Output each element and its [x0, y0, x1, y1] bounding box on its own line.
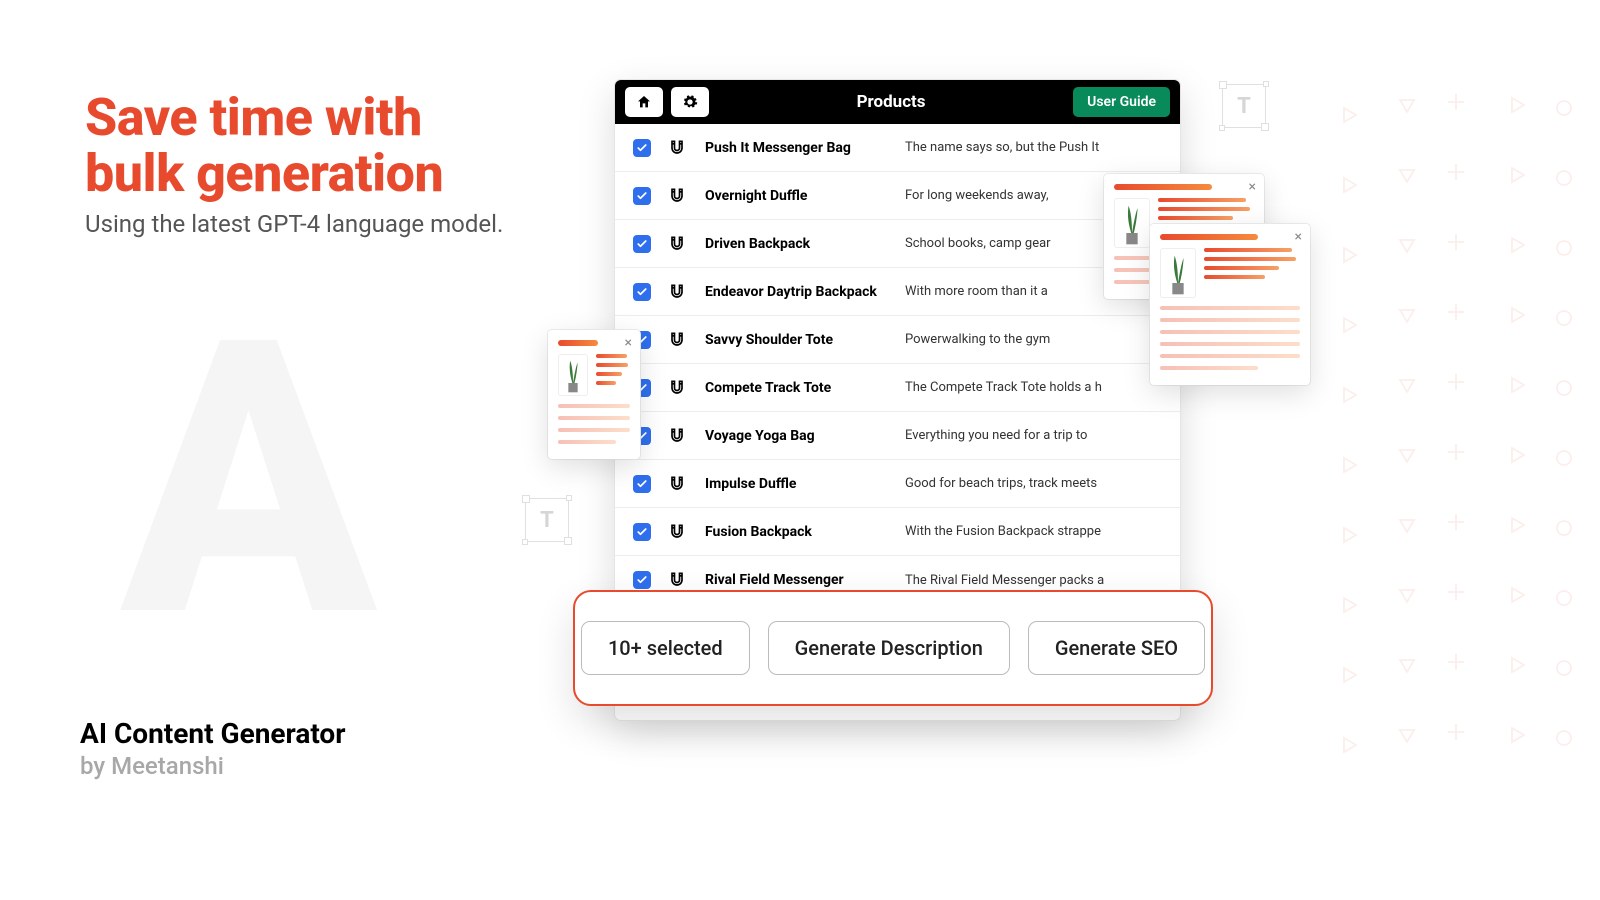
preview-card: ×: [1150, 224, 1310, 385]
brand-author: by Meetanshi: [80, 752, 345, 780]
product-description: School books, camp gear: [905, 236, 1051, 251]
row-checkbox[interactable]: [633, 475, 651, 493]
product-description: The name says so, but the Push It: [905, 140, 1099, 155]
product-description: Powerwalking to the gym: [905, 332, 1050, 347]
window-title: Products: [717, 92, 1065, 112]
preview-card-small: ×: [548, 330, 640, 459]
bulk-action-bar: 10+ selected Generate Description Genera…: [573, 590, 1213, 706]
product-row[interactable]: Overnight DuffleFor long weekends away,: [615, 172, 1180, 220]
product-description: Everything you need for a trip to: [905, 428, 1087, 443]
horseshoe-icon: [667, 522, 687, 542]
close-icon[interactable]: ×: [1249, 180, 1256, 194]
horseshoe-icon: [667, 234, 687, 254]
product-name: Overnight Duffle: [705, 188, 905, 204]
product-name: Fusion Backpack: [705, 524, 905, 540]
product-description: With the Fusion Backpack strappe: [905, 524, 1101, 539]
product-name: Voyage Yoga Bag: [705, 428, 905, 444]
product-row[interactable]: Driven BackpackSchool books, camp gear: [615, 220, 1180, 268]
horseshoe-icon: [667, 138, 687, 158]
background-pattern: [1340, 80, 1600, 820]
product-description: For long weekends away,: [905, 188, 1049, 203]
product-name: Compete Track Tote: [705, 380, 905, 396]
generate-description-button[interactable]: Generate Description: [768, 621, 1010, 675]
product-row[interactable]: Push It Messenger BagThe name says so, b…: [615, 124, 1180, 172]
home-icon: [636, 94, 652, 110]
horseshoe-icon: [667, 186, 687, 206]
product-description: The Rival Field Messenger packs a: [905, 573, 1104, 588]
horseshoe-icon: [667, 426, 687, 446]
headline: Save time with bulk generation: [85, 90, 443, 202]
brand-block: AI Content Generator by Meetanshi: [80, 717, 345, 780]
close-icon[interactable]: ×: [1295, 230, 1302, 244]
gear-icon: [682, 94, 698, 110]
home-button[interactable]: [625, 87, 663, 117]
product-row[interactable]: Endeavor Daytrip BackpackWith more room …: [615, 268, 1180, 316]
headline-line1: Save time with: [85, 90, 443, 146]
horseshoe-icon: [667, 378, 687, 398]
product-name: Impulse Duffle: [705, 476, 905, 492]
subheadline: Using the latest GPT-4 language model.: [85, 210, 503, 238]
generate-seo-button[interactable]: Generate SEO: [1028, 621, 1205, 675]
row-checkbox[interactable]: [633, 235, 651, 253]
settings-button[interactable]: [671, 87, 709, 117]
product-rows: Push It Messenger BagThe name says so, b…: [615, 124, 1180, 604]
horseshoe-icon: [667, 474, 687, 494]
product-description: With more room than it a: [905, 284, 1048, 299]
titlebar: Products User Guide: [615, 80, 1180, 124]
row-checkbox[interactable]: [633, 139, 651, 157]
product-name: Driven Backpack: [705, 236, 905, 252]
horseshoe-icon: [667, 570, 687, 590]
selection-count-pill[interactable]: 10+ selected: [581, 621, 750, 675]
product-name: Endeavor Daytrip Backpack: [705, 284, 905, 300]
product-name: Rival Field Messenger: [705, 572, 905, 588]
product-row[interactable]: Impulse DuffleGood for beach trips, trac…: [615, 460, 1180, 508]
text-frame-icon: T: [1222, 84, 1266, 128]
horseshoe-icon: [667, 330, 687, 350]
product-description: Good for beach trips, track meets: [905, 476, 1097, 491]
background-letter: A: [120, 290, 377, 670]
user-guide-button[interactable]: User Guide: [1073, 87, 1170, 117]
product-row[interactable]: Savvy Shoulder TotePowerwalking to the g…: [615, 316, 1180, 364]
product-description: The Compete Track Tote holds a h: [905, 380, 1102, 395]
product-row[interactable]: Fusion BackpackWith the Fusion Backpack …: [615, 508, 1180, 556]
row-checkbox[interactable]: [633, 523, 651, 541]
row-checkbox[interactable]: [633, 571, 651, 589]
row-checkbox[interactable]: [633, 187, 651, 205]
headline-line2: bulk generation: [85, 146, 443, 202]
brand-title: AI Content Generator: [80, 717, 345, 750]
product-name: Push It Messenger Bag: [705, 140, 905, 156]
product-name: Savvy Shoulder Tote: [705, 332, 905, 348]
text-frame-icon: T: [525, 498, 569, 542]
row-checkbox[interactable]: [633, 283, 651, 301]
product-row[interactable]: Voyage Yoga BagEverything you need for a…: [615, 412, 1180, 460]
close-icon[interactable]: ×: [625, 336, 632, 350]
horseshoe-icon: [667, 282, 687, 302]
product-row[interactable]: Compete Track ToteThe Compete Track Tote…: [615, 364, 1180, 412]
